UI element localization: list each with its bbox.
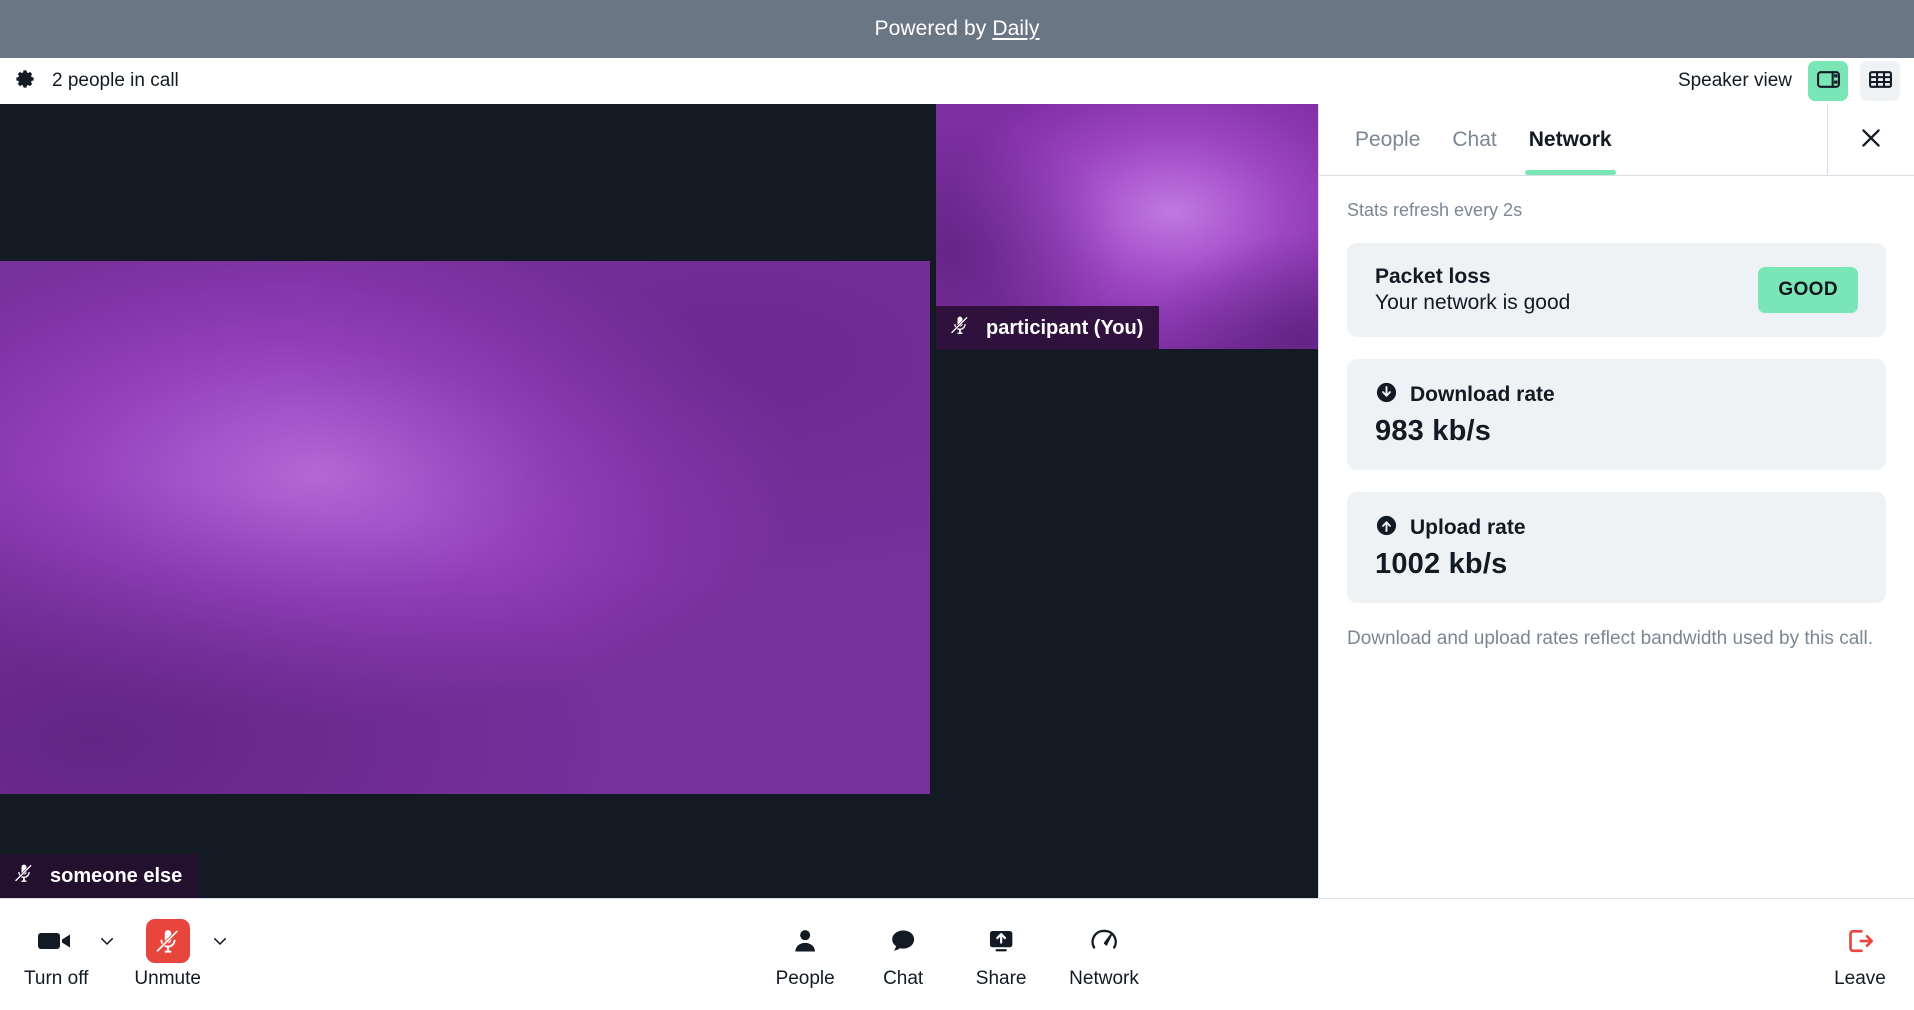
call-toolbar: Turn off Unmute People Chat Share Networ… xyxy=(0,898,1914,1010)
panel-tab-bar: People Chat Network xyxy=(1319,104,1914,176)
person-icon xyxy=(791,920,819,962)
network-panel-body: Stats refresh every 2s Packet loss Your … xyxy=(1319,176,1914,898)
upload-rate-label: Upload rate xyxy=(1410,516,1526,539)
grid-view-button[interactable] xyxy=(1860,61,1900,101)
download-rate-value: 983 kb/s xyxy=(1375,415,1492,447)
network-button-label: Network xyxy=(1069,967,1139,989)
top-bar: 2 people in call Speaker view xyxy=(0,58,1914,104)
camera-toggle-button[interactable]: Turn off xyxy=(18,920,94,990)
gear-icon xyxy=(14,69,36,94)
side-panel: People Chat Network Stats refresh every … xyxy=(1318,104,1914,898)
tab-network[interactable]: Network xyxy=(1513,104,1628,175)
screen-share-icon xyxy=(987,920,1015,962)
self-name-chip: participant (You) xyxy=(936,306,1160,350)
daily-link[interactable]: Daily xyxy=(992,17,1039,40)
mic-toggle-button[interactable]: Unmute xyxy=(128,918,207,990)
packet-loss-row: Packet loss Your network is good GOOD xyxy=(1375,265,1858,315)
leave-button[interactable]: Leave xyxy=(1824,920,1896,990)
main-area: participant (You) someone else People Ch… xyxy=(0,104,1914,898)
toolbar-right-group: Leave xyxy=(1824,920,1896,990)
grid-view-icon xyxy=(1868,67,1893,95)
chevron-down-icon xyxy=(98,932,116,953)
camera-control-group: Turn off xyxy=(18,920,118,990)
chevron-down-icon xyxy=(211,932,229,953)
powered-by-prefix: Powered by xyxy=(874,17,993,40)
speaker-video-tile[interactable] xyxy=(0,261,930,794)
close-panel-button[interactable] xyxy=(1828,104,1914,175)
people-button[interactable]: People xyxy=(769,920,841,990)
packet-loss-status-badge: GOOD xyxy=(1758,267,1858,313)
speaker-view-icon xyxy=(1816,67,1841,95)
bandwidth-note: Download and upload rates reflect bandwi… xyxy=(1347,628,1873,649)
call-app: Powered by Daily 2 people in call Speake… xyxy=(0,0,1914,1010)
people-button-label: People xyxy=(775,967,835,989)
tab-people[interactable]: People xyxy=(1339,104,1436,175)
top-bar-right: Speaker view xyxy=(1678,61,1900,101)
leave-button-label: Leave xyxy=(1834,967,1886,989)
packet-loss-title: Packet loss xyxy=(1375,265,1491,288)
upload-rate-value: 1002 kb/s xyxy=(1375,548,1508,580)
tab-chat[interactable]: Chat xyxy=(1436,104,1512,175)
download-rate-card: Download rate 983 kb/s xyxy=(1347,359,1886,470)
toolbar-center-group: People Chat Share Network xyxy=(769,920,1145,990)
view-mode-label: Speaker view xyxy=(1677,70,1792,91)
mic-muted-badge xyxy=(145,918,190,963)
speaker-view-button[interactable] xyxy=(1808,61,1848,101)
packet-loss-text: Packet loss Your network is good xyxy=(1375,265,1570,315)
stats-refresh-note: Stats refresh every 2s xyxy=(1347,200,1523,220)
download-circle-icon xyxy=(1375,381,1398,409)
chat-bubble-icon xyxy=(888,920,918,962)
camera-icon xyxy=(37,920,75,962)
upload-circle-icon xyxy=(1375,514,1398,542)
speedometer-icon xyxy=(1089,920,1119,962)
upload-rate-head: Upload rate xyxy=(1375,514,1858,542)
powered-by-text: Powered by Daily xyxy=(874,17,1039,41)
settings-button[interactable] xyxy=(12,68,38,94)
upload-rate-card: Upload rate 1002 kb/s xyxy=(1347,492,1886,603)
share-button-label: Share xyxy=(975,967,1027,989)
mic-off-icon xyxy=(14,862,34,890)
packet-loss-subtitle: Your network is good xyxy=(1375,291,1571,314)
chat-button-label: Chat xyxy=(883,967,924,989)
speaker-name-label: someone else xyxy=(50,864,183,887)
mic-off-icon xyxy=(145,918,190,963)
network-button[interactable]: Network xyxy=(1063,920,1145,990)
packet-loss-card: Packet loss Your network is good GOOD xyxy=(1347,243,1886,337)
camera-toggle-label: Turn off xyxy=(24,967,89,989)
mic-control-group: Unmute xyxy=(128,918,231,990)
mic-toggle-label: Unmute xyxy=(134,967,201,989)
download-rate-label: Download rate xyxy=(1410,383,1555,406)
video-stage: participant (You) someone else xyxy=(0,104,1318,898)
toolbar-left-group: Turn off Unmute xyxy=(18,918,231,990)
share-button[interactable]: Share xyxy=(965,920,1037,990)
camera-menu-button[interactable] xyxy=(96,926,118,960)
leave-icon xyxy=(1844,920,1876,962)
speaker-name-chip: someone else xyxy=(0,854,199,898)
people-count-label: 2 people in call xyxy=(52,70,179,91)
close-icon xyxy=(1858,125,1884,154)
mic-menu-button[interactable] xyxy=(209,926,231,960)
self-name-label: participant (You) xyxy=(986,316,1144,339)
top-bar-left: 2 people in call xyxy=(12,68,179,94)
mic-off-icon xyxy=(950,314,970,342)
powered-by-banner: Powered by Daily xyxy=(0,0,1914,58)
tab-spacer xyxy=(1628,104,1827,175)
download-rate-head: Download rate xyxy=(1375,381,1858,409)
chat-button[interactable]: Chat xyxy=(867,920,939,990)
